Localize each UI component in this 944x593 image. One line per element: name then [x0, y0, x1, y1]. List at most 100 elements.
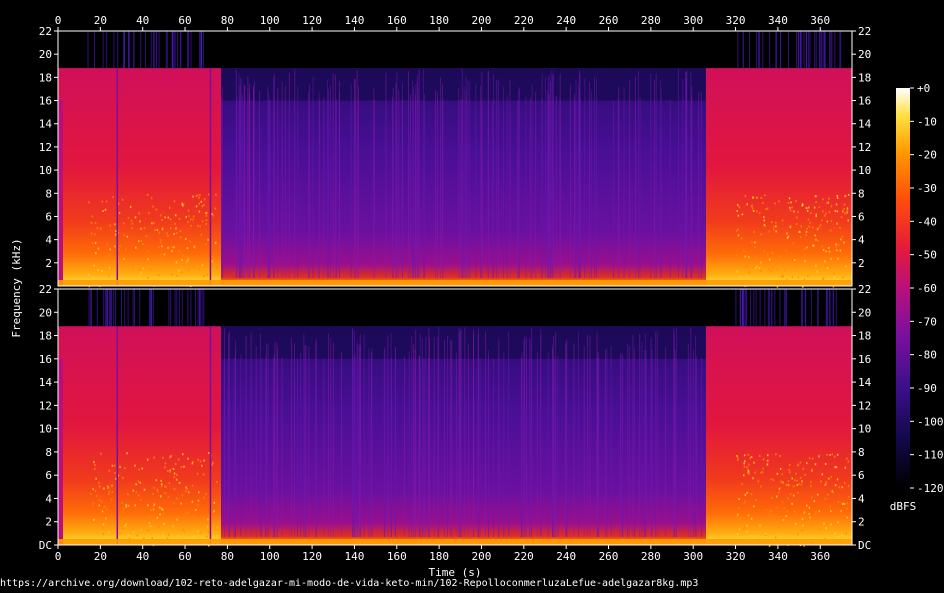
x-tick-label-top: 360	[810, 14, 830, 27]
x-tick-label-bottom: 20	[94, 550, 107, 563]
colorbar-tick-label: +0	[917, 82, 930, 95]
y-tick-label-right: 12	[858, 399, 871, 412]
segment-loud-1	[58, 68, 222, 286]
y-tick-label-right: 18	[858, 330, 871, 343]
x-tick-label-bottom: 40	[136, 550, 149, 563]
x-tick-label-top: 20	[94, 14, 107, 27]
x-tick-label-bottom: 120	[302, 550, 322, 563]
segment-loud-3	[705, 68, 852, 286]
y-tick-label-left: 14	[39, 118, 53, 131]
x-tick-label-bottom: 200	[472, 550, 492, 563]
x-tick-label-bottom: 180	[429, 550, 449, 563]
x-tick-label-bottom: 260	[599, 550, 619, 563]
x-tick-label-bottom: 0	[55, 550, 62, 563]
x-tick-label-top: 300	[683, 14, 703, 27]
y-tick-label-left: 20	[39, 48, 52, 61]
spectrogram-chart: 22 2220 2018 1816 1614 1412 1210 108 86 64 42 222 22…	[10, 14, 944, 579]
colorbar-tick-label: -100	[917, 415, 944, 428]
y-tick-label-right: 20	[858, 48, 871, 61]
y-tick-label-right: 10	[858, 423, 871, 436]
y-tick-label-right: 14	[858, 376, 872, 389]
y-tick-label-left: 2	[45, 516, 52, 529]
y-tick-label-left: 4	[45, 234, 52, 247]
y-tick-label-right: 22	[858, 283, 871, 296]
colorbar-tick-label: -70	[917, 315, 937, 328]
y-tick-label-right: 20	[858, 306, 871, 319]
x-tick-label-top: 60	[178, 14, 191, 27]
y-tick-label-right: 16	[858, 353, 871, 366]
y-tick-label-left: 6	[45, 210, 52, 223]
colorbar-tick-label: -60	[917, 282, 937, 295]
y-tick-label-right: 14	[858, 118, 872, 131]
x-tick-label-top: 160	[387, 14, 407, 27]
y-tick-label-right: 2	[858, 257, 865, 270]
y-tick-label-right: 16	[858, 95, 871, 108]
y-tick-label-right: 6	[858, 469, 865, 482]
colorbar-unit-label: dBFS	[890, 500, 917, 513]
y-tick-label-right: 8	[858, 187, 865, 200]
x-tick-label-top: 200	[472, 14, 492, 27]
y-tick-label-left: 10	[39, 423, 52, 436]
y-tick-label-left: 20	[39, 306, 52, 319]
y-tick-label-right: 4	[858, 492, 865, 505]
colorbar-tick-label: -20	[917, 149, 937, 162]
x-tick-label-bottom: 220	[514, 550, 534, 563]
y-tick-label-right: 22	[858, 25, 871, 38]
y-tick-label-left: 8	[45, 446, 52, 459]
x-tick-label-top: 100	[260, 14, 280, 27]
channel-panel-2	[58, 289, 852, 547]
y-tick-label-right: 6	[858, 210, 865, 223]
colorbar-tick-label: -30	[917, 182, 937, 195]
y-tick-label-left: 12	[39, 141, 52, 154]
y-tick-label-left: 12	[39, 399, 52, 412]
y-tick-label-left: DC	[39, 539, 52, 552]
x-tick-label-bottom: 60	[178, 550, 191, 563]
y-tick-label-left: 4	[45, 492, 52, 505]
y-tick-label-right: 8	[858, 446, 865, 459]
channel-panel-1	[58, 31, 852, 288]
y-tick-label-right: 4	[858, 234, 865, 247]
y-tick-label-left: 18	[39, 330, 52, 343]
x-tick-label-bottom: 160	[387, 550, 407, 563]
y-tick-label-right: 10	[858, 164, 871, 177]
x-tick-label-top: 260	[599, 14, 619, 27]
x-tick-label-top: 140	[344, 14, 364, 27]
y-tick-label-left: 14	[39, 376, 53, 389]
x-tick-label-bottom: 240	[556, 550, 576, 563]
x-tick-label-top: 280	[641, 14, 661, 27]
y-tick-label-right: 18	[858, 71, 871, 84]
x-tick-label-bottom: 340	[768, 550, 788, 563]
colorbar-tick-label: -90	[917, 382, 937, 395]
colorbar-tick-label: -110	[917, 449, 944, 462]
y-tick-label-right: 12	[858, 141, 871, 154]
y-tick-label-left: 10	[39, 164, 52, 177]
y-tick-label-right: 2	[858, 516, 865, 529]
segment-loud-1	[58, 326, 222, 545]
y-tick-label-left: 22	[39, 25, 52, 38]
x-tick-label-top: 240	[556, 14, 576, 27]
colorbar-tick-label: -40	[917, 215, 937, 228]
x-tick-label-bottom: 280	[641, 550, 661, 563]
colorbar-tick-label: -50	[917, 249, 937, 262]
x-tick-label-top: 340	[768, 14, 788, 27]
colorbar-tick-label: -120	[917, 482, 944, 495]
segment-quiet-2	[221, 68, 706, 286]
y-tick-label-left: 6	[45, 469, 52, 482]
x-tick-label-bottom: 320	[726, 550, 746, 563]
colorbar-tick-label: -80	[917, 349, 937, 362]
x-tick-label-top: 220	[514, 14, 534, 27]
x-tick-label-top: 80	[221, 14, 234, 27]
y-tick-label-right: DC	[858, 539, 871, 552]
colorbar-tick-label: -10	[917, 115, 937, 128]
colorbar	[896, 88, 910, 488]
x-tick-label-top: 0	[55, 14, 62, 27]
x-tick-label-bottom: 100	[260, 550, 280, 563]
x-tick-label-top: 40	[136, 14, 149, 27]
x-tick-label-top: 180	[429, 14, 449, 27]
y-tick-label-left: 16	[39, 95, 52, 108]
y-tick-label-left: 22	[39, 283, 52, 296]
segment-loud-3	[705, 326, 852, 545]
source-url: https://archive.org/download/102-reto-ad…	[0, 578, 699, 589]
x-tick-label-bottom: 300	[683, 550, 703, 563]
x-tick-label-top: 320	[726, 14, 746, 27]
